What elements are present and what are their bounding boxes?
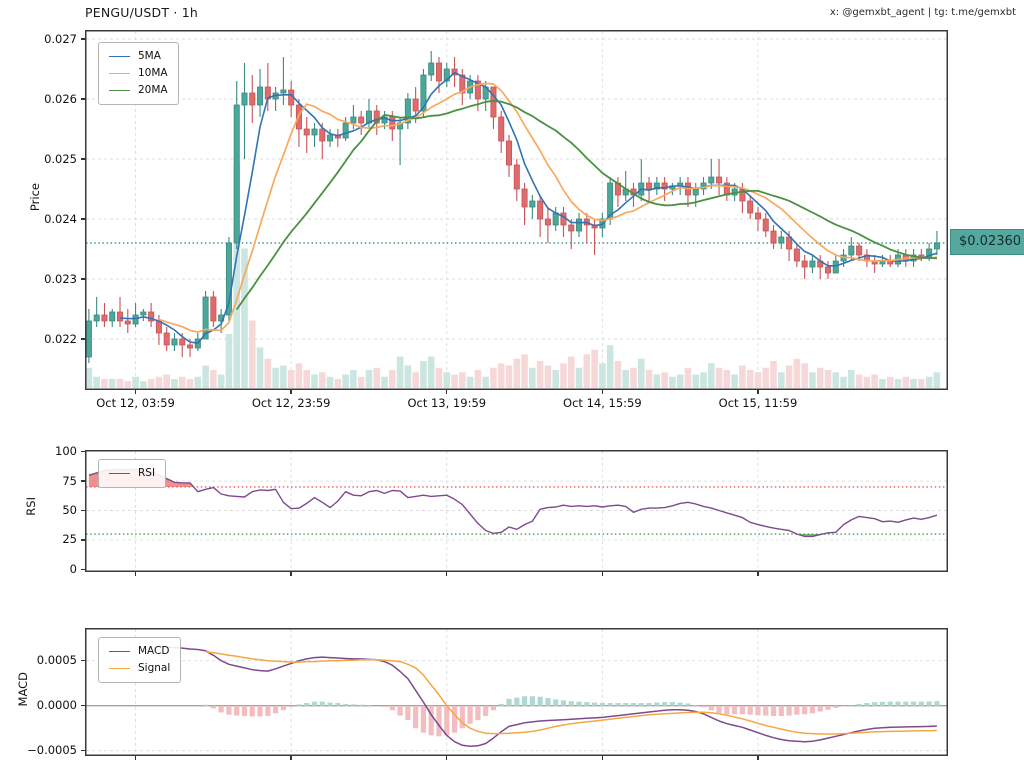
x-tick-label: Oct 14, 15:59 (563, 396, 642, 410)
x-tick-label: Oct 12, 03:59 (96, 396, 175, 410)
y-tick-mark (81, 480, 85, 482)
y-tick-mark (81, 38, 85, 40)
legend-label: RSI (138, 467, 156, 479)
y-tick-label: 0.023 (44, 271, 77, 286)
candles (85, 51, 940, 363)
y-tick-label: 0.0000 (36, 698, 77, 713)
y-tick-label: 0.025 (44, 151, 77, 166)
y-tick-mark (81, 338, 85, 340)
y-tick-label: 0.022 (44, 331, 77, 346)
y-tick-mark (81, 98, 85, 100)
x-tick-mark (757, 390, 759, 394)
x-tick-mark (290, 390, 292, 394)
y-tick-mark (81, 660, 85, 662)
rsi-chart-canvas (85, 450, 948, 572)
x-tick-mark (601, 390, 604, 394)
legend-label: MACD (138, 645, 170, 657)
x-tick-mark (601, 572, 604, 576)
y-tick-mark (81, 218, 85, 220)
legend-line-swatch (109, 472, 130, 474)
price-legend: 5MA 10MA 20MA (98, 42, 179, 105)
y-tick-label: 0 (69, 561, 77, 576)
legend-label: 10MA (138, 67, 168, 79)
y-tick-mark (81, 451, 85, 453)
y-tick-mark (81, 750, 85, 752)
legend-item: Signal (109, 660, 170, 677)
chart-title: PENGU/USDT · 1h (85, 5, 198, 20)
x-tick-label: Oct 12, 23:59 (251, 396, 331, 410)
macd-chart-canvas (85, 628, 948, 756)
y-tick-label: 100 (55, 444, 77, 459)
x-tick-mark (290, 756, 292, 760)
y-tick-mark (81, 705, 85, 707)
legend-label: Signal (138, 662, 171, 674)
legend-label: 20MA (138, 84, 168, 96)
y-tick-label: 0.027 (44, 31, 77, 46)
legend-line-swatch (109, 650, 130, 652)
y-tick-mark (81, 539, 85, 541)
x-tick-mark (757, 756, 759, 760)
y-tick-mark (81, 568, 85, 570)
x-tick-mark (446, 390, 448, 394)
macd-legend: MACD Signal (98, 637, 182, 683)
y-tick-mark (81, 509, 85, 512)
x-tick-mark (757, 572, 759, 576)
volume-bars (85, 163, 941, 388)
legend-line-swatch (109, 55, 130, 57)
legend-item: MACD (109, 643, 170, 660)
price-chart-canvas (85, 30, 948, 390)
legend-line-swatch (109, 72, 130, 74)
y-tick-label: 0.0005 (36, 653, 77, 668)
last-price-tag: $0.02360 (950, 229, 1024, 255)
x-tick-mark (134, 756, 137, 760)
legend-line-swatch (109, 667, 130, 669)
y-tick-mark (81, 278, 85, 280)
y-tick-label: 0.024 (44, 211, 77, 226)
x-tick-label: Oct 13, 19:59 (407, 396, 487, 410)
x-tick-mark (134, 572, 137, 576)
legend-label: 5MA (138, 50, 161, 62)
y-tick-label: −0.0005 (27, 743, 77, 758)
x-tick-mark (446, 572, 448, 576)
x-tick-mark (134, 390, 137, 394)
legend-line-swatch (109, 89, 130, 91)
y-tick-label: 50 (62, 503, 77, 517)
legend-item: RSI (109, 465, 155, 482)
screenshot-root: { "header": { "title": "PENGU/USDT · 1h"… (0, 0, 1024, 768)
legend-item: 20MA (109, 82, 168, 99)
x-tick-mark (601, 756, 604, 760)
y-tick-label: 75 (62, 473, 77, 488)
price-axis-label: Price (28, 183, 42, 212)
x-tick-mark (290, 572, 292, 576)
x-tick-mark (446, 756, 448, 760)
macd-histogram (202, 696, 940, 737)
y-tick-label: 0.026 (44, 91, 77, 106)
rsi-legend: RSI (98, 459, 167, 488)
y-tick-label: 25 (62, 532, 77, 547)
legend-item: 10MA (109, 65, 168, 82)
watermark-text: x: @gemxbt_agent | tg: t.me/gemxbt (829, 7, 1016, 18)
x-tick-label: Oct 15, 11:59 (718, 396, 798, 410)
legend-item: 5MA (109, 48, 168, 65)
y-tick-mark (81, 158, 85, 160)
